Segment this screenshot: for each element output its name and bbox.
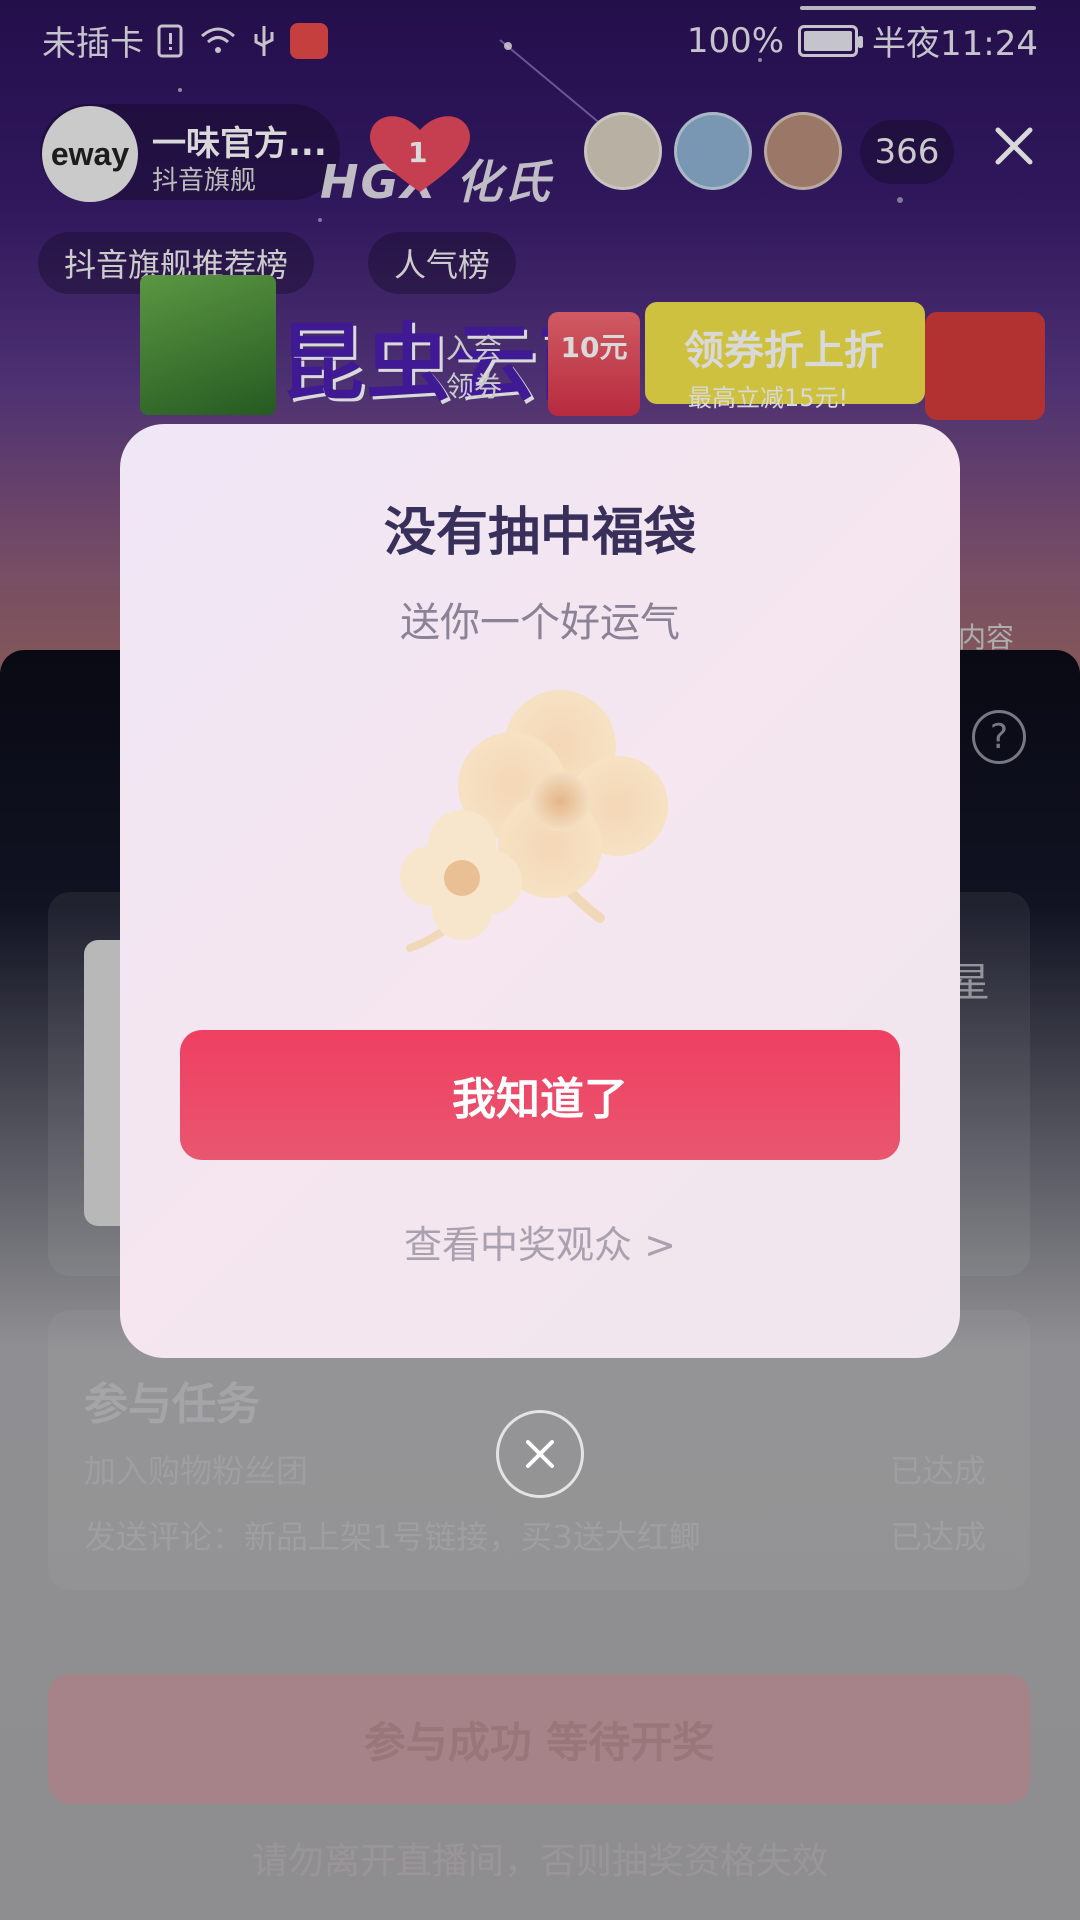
dialog-close-button[interactable] — [496, 1410, 584, 1498]
dialog-subtitle: 送你一个好运气 — [400, 600, 680, 646]
view-winners-link[interactable]: 查看中奖观众 > — [120, 1214, 960, 1269]
confirm-button[interactable]: 我知道了 — [180, 1030, 900, 1160]
dialog-title: 没有抽中福袋 — [383, 503, 696, 563]
four-leaf-clover-icon — [400, 690, 668, 952]
close-icon — [526, 1440, 554, 1468]
